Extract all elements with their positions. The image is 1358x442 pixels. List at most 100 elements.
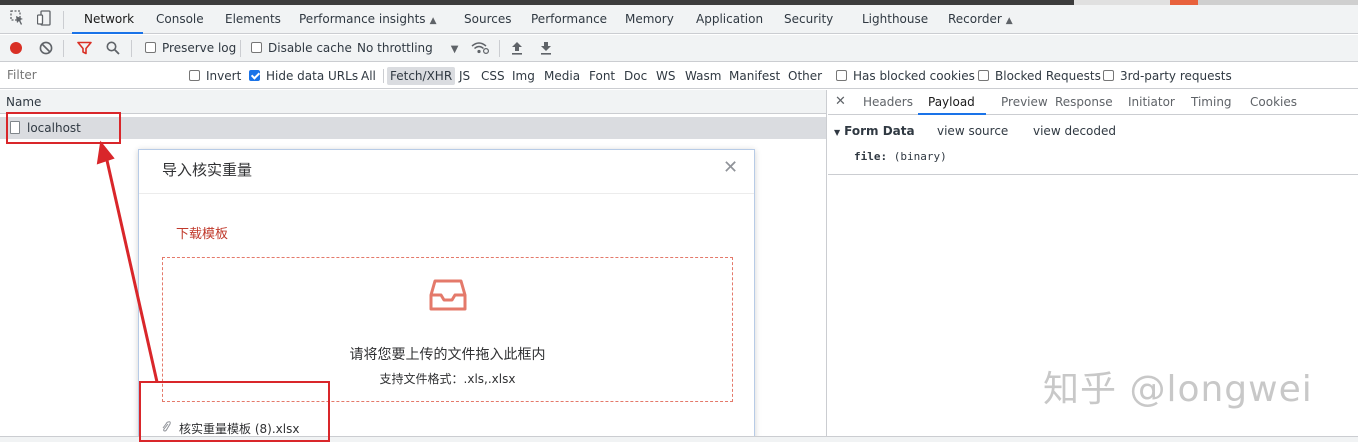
has-blocked-cookies-checkbox[interactable]: Has blocked cookies [836, 63, 975, 89]
tab-recorder[interactable]: Recorder ▲ [948, 5, 1014, 34]
annotation-box-request [6, 112, 121, 144]
form-field-row: file: (binary) [854, 148, 947, 166]
throttling-select[interactable]: No throttling ▼ [357, 35, 458, 62]
throttling-value: No throttling [357, 41, 433, 55]
view-decoded-link[interactable]: view decoded [1033, 120, 1116, 142]
export-har-icon[interactable] [540, 41, 552, 55]
devtools-main-tabbar [0, 5, 1358, 34]
tab-security[interactable]: Security [784, 5, 833, 34]
network-conditions-icon[interactable] [471, 41, 489, 55]
active-tab-indicator [918, 113, 986, 115]
toolbar-divider [383, 69, 384, 83]
tab-network[interactable]: Network [84, 5, 134, 34]
tab-elements[interactable]: Elements [225, 5, 281, 34]
hide-data-urls-checkbox[interactable]: Hide data URLs [249, 63, 358, 89]
experiment-flask-icon: ▲ [429, 16, 437, 26]
tab-payload[interactable]: Payload [928, 90, 975, 115]
checkbox-box [1103, 70, 1114, 81]
type-filter-font[interactable]: Font [586, 67, 618, 85]
type-filter-all[interactable]: All [358, 67, 379, 85]
checkbox-label: 3rd-party requests [1120, 69, 1232, 83]
toolbar-divider [63, 40, 64, 57]
tab-timing[interactable]: Timing [1191, 90, 1232, 115]
tab-application[interactable]: Application [696, 5, 763, 34]
type-filter-img[interactable]: Img [509, 67, 538, 85]
toolbar-divider [131, 40, 132, 57]
checkbox-box [189, 70, 200, 81]
tab-sources[interactable]: Sources [464, 5, 511, 34]
checkbox-label: Blocked Requests [995, 69, 1101, 83]
checkbox-label: Preserve log [162, 41, 237, 55]
type-filter-ws[interactable]: WS [653, 67, 678, 85]
type-filter-wasm[interactable]: Wasm [682, 67, 724, 85]
request-row[interactable]: localhost [0, 117, 826, 139]
details-tabbar: ✕ Headers Payload Preview Response Initi… [828, 90, 1358, 115]
watermark-text: 知乎 @longwei [1043, 369, 1313, 410]
dropzone-instruction: 请将您要上传的文件拖入此框内 [349, 347, 546, 363]
checkbox-box [251, 42, 262, 53]
type-filter-other[interactable]: Other [785, 67, 825, 85]
third-party-requests-checkbox[interactable]: 3rd-party requests [1103, 63, 1232, 89]
form-field-value: (binary) [893, 150, 947, 163]
checkbox-label: Invert [206, 69, 242, 83]
close-icon[interactable]: ✕ [723, 158, 738, 178]
checkbox-box [978, 70, 989, 81]
tab-cookies[interactable]: Cookies [1250, 90, 1297, 115]
form-field-key: file: [854, 150, 888, 163]
record-icon[interactable] [9, 41, 23, 55]
checkbox-label: Hide data URLs [266, 69, 359, 83]
checkbox-box [145, 42, 156, 53]
chevron-down-icon: ▼ [450, 44, 459, 55]
form-data-section-header[interactable]: ▼ Form Data view source view decoded [828, 120, 1358, 142]
checkbox-label: Disable cache [268, 41, 352, 55]
checkbox-box [836, 70, 847, 81]
preserve-log-checkbox[interactable]: Preserve log [145, 35, 236, 62]
tab-performance[interactable]: Performance [531, 5, 607, 34]
checkbox-label: Has blocked cookies [853, 69, 975, 83]
toolbar-divider [240, 40, 241, 57]
triangle-down-icon: ▼ [834, 128, 841, 137]
disable-cache-checkbox[interactable]: Disable cache [251, 35, 352, 62]
device-toolbar-icon[interactable] [37, 10, 51, 26]
active-tab-indicator [72, 32, 143, 34]
type-filter-fetch-xhr[interactable]: Fetch/XHR [387, 67, 456, 85]
dialog-title: 导入核实重量 [162, 161, 253, 179]
tab-preview[interactable]: Preview [1001, 90, 1048, 115]
tab-lighthouse[interactable]: Lighthouse [862, 5, 928, 34]
tab-initiator[interactable]: Initiator [1128, 90, 1175, 115]
invert-checkbox[interactable]: Invert [189, 63, 241, 89]
search-icon[interactable] [106, 41, 120, 55]
form-data-title: ▼ Form Data [834, 120, 915, 144]
view-source-link[interactable]: view source [937, 120, 1008, 142]
filter-input[interactable] [0, 63, 176, 88]
type-filter-doc[interactable]: Doc [621, 67, 650, 85]
tab-memory[interactable]: Memory [625, 5, 674, 34]
tab-response[interactable]: Response [1055, 90, 1113, 115]
dialog-header-divider [139, 193, 754, 194]
checkbox-box-checked [249, 70, 260, 81]
experiment-flask-icon: ▲ [1005, 16, 1013, 26]
annotation-box-file [139, 381, 330, 442]
name-column-header[interactable]: Name [0, 90, 826, 114]
type-filter-manifest[interactable]: Manifest [726, 67, 783, 85]
type-filter-media[interactable]: Media [541, 67, 583, 85]
inspect-element-icon[interactable] [10, 10, 24, 26]
tab-headers[interactable]: Headers [863, 90, 913, 115]
type-filter-js[interactable]: JS [456, 67, 473, 85]
tab-label: Recorder [948, 12, 1002, 26]
toolbar-divider [499, 40, 500, 57]
type-filter-css[interactable]: CSS [478, 67, 508, 85]
filter-icon[interactable] [77, 41, 92, 55]
section-divider [828, 174, 1358, 175]
tab-performance-insights[interactable]: Performance insights ▲ [299, 5, 438, 34]
close-details-icon[interactable]: ✕ [835, 90, 846, 115]
blocked-requests-checkbox[interactable]: Blocked Requests [978, 63, 1101, 89]
download-template-link[interactable]: 下载模板 [176, 223, 228, 242]
tab-label: Performance insights [299, 12, 426, 26]
inbox-upload-icon [429, 279, 467, 311]
form-data-label: Form Data [844, 124, 915, 138]
import-har-icon[interactable] [511, 41, 523, 55]
clear-icon[interactable] [39, 41, 53, 55]
toolbar-divider [63, 11, 64, 29]
tab-console[interactable]: Console [156, 5, 204, 34]
